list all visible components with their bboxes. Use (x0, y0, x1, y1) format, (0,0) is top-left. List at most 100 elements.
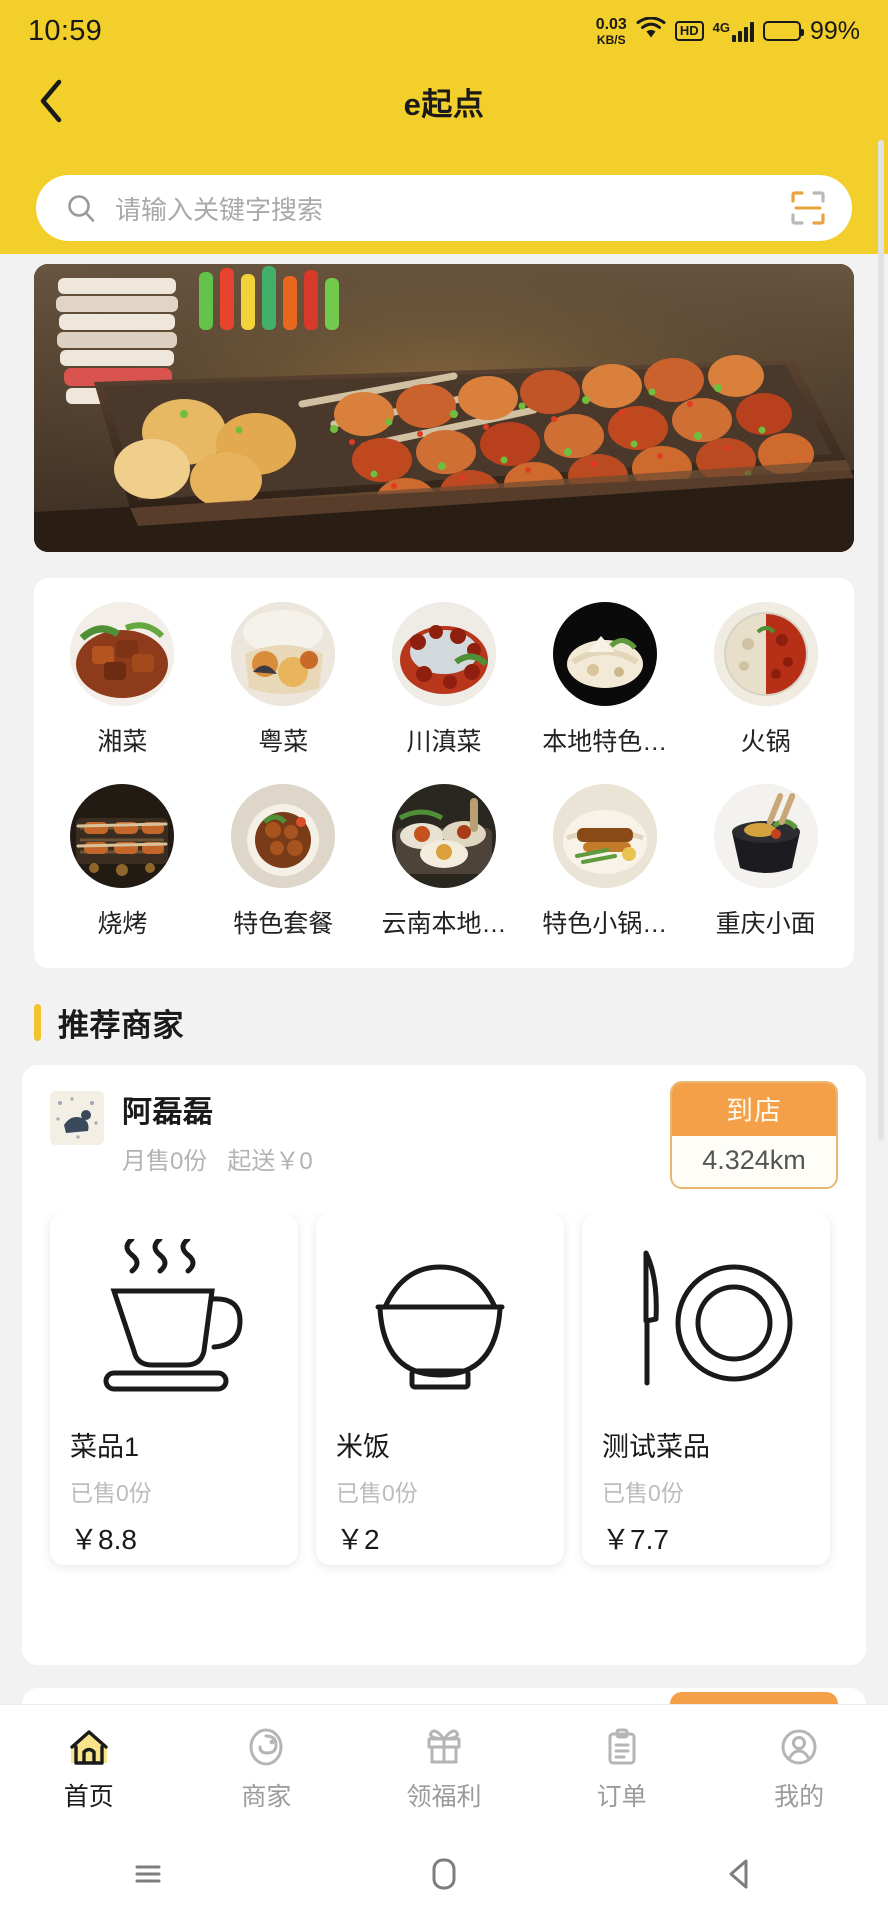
cantonese-dish-thumb (231, 602, 336, 706)
status-bar: 10:59 0.03 KB/S HD 4G 99% (0, 0, 888, 62)
bottom-tab-bar: 首页 商家 领福利 订单 我的 (0, 1704, 888, 1832)
category-label: 重庆小面 (715, 910, 816, 938)
yunnan-local-thumb (391, 784, 496, 888)
app-root: 10:59 0.03 KB/S HD 4G 99% e起点 请输入关键字搜索 湘… (0, 0, 888, 1920)
dish-name: 测试菜品 (602, 1432, 710, 1462)
battery-icon (762, 21, 804, 41)
distance-badge[interactable]: 到店 4.324km (670, 1081, 838, 1189)
dish-price: ￥7.7 (602, 1524, 669, 1555)
merchant-info: 阿磊磊 月售0份 起送￥0 (122, 1087, 313, 1176)
merchant-card[interactable]: 阿磊磊 月售0份 起送￥0 到店 4.324km 菜品1 已售0份 ￥8.8 米… (22, 1065, 866, 1665)
android-home-icon (431, 1857, 457, 1896)
rice-bowl-icon (316, 1229, 564, 1419)
dish-card[interactable]: 测试菜品 已售0份 ￥7.7 (582, 1213, 830, 1565)
category-item-xiaoguo[interactable]: 特色小锅… (524, 784, 685, 940)
local-specialty-thumb (552, 602, 657, 706)
category-label: 川滇菜 (406, 728, 482, 756)
tab-label: 领福利 (406, 1782, 482, 1811)
merchant-name: 阿磊磊 (122, 1096, 214, 1129)
section-title: 推荐商家 (58, 1008, 184, 1043)
category-label: 特色套餐 (233, 910, 334, 938)
bbq-thumb (70, 784, 175, 888)
title-bar: e起点 (0, 62, 888, 140)
set-meal-thumb (231, 784, 336, 888)
android-back-icon (725, 1857, 755, 1896)
android-home-button[interactable] (296, 1857, 592, 1896)
tab-label: 首页 (63, 1782, 114, 1811)
scrollbar[interactable] (878, 140, 884, 1140)
category-item-xiangcai[interactable]: 湘菜 (42, 602, 203, 758)
wifi-icon (636, 16, 666, 46)
tab-benefits[interactable]: 领福利 (355, 1725, 533, 1813)
tab-merchant[interactable]: 商家 (178, 1725, 356, 1813)
dish-card[interactable]: 米饭 已售0份 ￥2 (316, 1213, 564, 1565)
android-menu-button[interactable] (0, 1859, 296, 1894)
gift-icon (422, 1725, 466, 1769)
badge-label: 到店 (672, 1083, 836, 1136)
sichuan-dish-thumb (391, 602, 496, 706)
category-row-2: 烧烤 特色套餐 云南本地… 特色小锅… 重庆小面 (42, 784, 846, 940)
status-indicators: 0.03 KB/S HD 4G 99% (595, 15, 860, 47)
signal-bars (731, 22, 754, 42)
signal-icon: 4G (713, 20, 754, 42)
category-item-chuandiancai[interactable]: 川滇菜 (364, 602, 525, 758)
recommended-section-header: 推荐商家 (34, 1000, 184, 1045)
merchant-avatar (50, 1091, 104, 1145)
promo-banner[interactable] (34, 264, 854, 552)
tab-label: 我的 (774, 1782, 825, 1811)
merchant-delivery-min: 起送￥0 (227, 1148, 313, 1175)
android-back-button[interactable] (592, 1857, 888, 1896)
dish-price: ￥2 (336, 1524, 380, 1555)
merchant-stats: 月售0份 起送￥0 (122, 1141, 313, 1176)
network-rate-value: 0.03 (595, 15, 627, 33)
search-icon (66, 193, 96, 223)
tab-profile[interactable]: 我的 (710, 1725, 888, 1813)
tab-orders[interactable]: 订单 (533, 1725, 711, 1813)
dish-sold: 已售0份 (336, 1480, 418, 1506)
category-item-bendi[interactable]: 本地特色… (524, 602, 685, 758)
back-chevron-icon (36, 78, 66, 124)
battery-percent: 99% (809, 16, 860, 45)
small-pot-thumb (552, 784, 657, 888)
dish-name: 米饭 (336, 1432, 390, 1462)
profile-icon (777, 1725, 821, 1769)
tab-label: 订单 (596, 1782, 647, 1811)
category-item-shaokao[interactable]: 烧烤 (42, 784, 203, 940)
search-input[interactable]: 请输入关键字搜索 (115, 190, 790, 227)
banner-image (34, 264, 854, 552)
merchant-header: 阿磊磊 月售0份 起送￥0 到店 4.324km (22, 1065, 866, 1189)
home-icon (67, 1725, 111, 1769)
chongqing-noodles-thumb (713, 784, 818, 888)
category-item-taocan[interactable]: 特色套餐 (203, 784, 364, 940)
network-type-label: 4G (712, 20, 730, 35)
scan-qr-icon[interactable] (790, 190, 826, 226)
order-clipboard-icon (600, 1725, 644, 1769)
category-label: 湘菜 (97, 728, 148, 756)
android-system-nav (0, 1832, 888, 1920)
search-bar[interactable]: 请输入关键字搜索 (36, 175, 852, 241)
dish-list[interactable]: 菜品1 已售0份 ￥8.8 米饭 已售0份 ￥2 测试菜品 已售0份 ￥7.7 (22, 1213, 866, 1593)
category-item-yunnan[interactable]: 云南本地… (364, 784, 525, 940)
back-button[interactable] (28, 78, 74, 124)
category-item-huoguo[interactable]: 火锅 (685, 602, 846, 758)
dish-sold: 已售0份 (602, 1480, 684, 1506)
category-item-yuecai[interactable]: 粤菜 (203, 602, 364, 758)
tab-home[interactable]: 首页 (0, 1725, 178, 1813)
network-rate: 0.03 KB/S (595, 15, 627, 47)
network-rate-unit: KB/S (596, 32, 626, 47)
category-label: 粤菜 (258, 728, 309, 756)
dish-sold: 已售0份 (70, 1480, 152, 1506)
category-row-1: 湘菜 粤菜 川滇菜 本地特色… 火锅 (42, 602, 846, 758)
dish-meta: 菜品1 已售0份 ￥8.8 (50, 1419, 298, 1558)
dish-meta: 米饭 已售0份 ￥2 (316, 1419, 564, 1558)
dish-card[interactable]: 菜品1 已售0份 ￥8.8 (50, 1213, 298, 1565)
category-label: 特色小锅… (542, 910, 668, 938)
category-label: 本地特色… (542, 728, 668, 756)
dish-meta: 测试菜品 已售0份 ￥7.7 (582, 1419, 830, 1558)
category-item-chongqing[interactable]: 重庆小面 (685, 784, 846, 940)
category-label: 烧烤 (97, 910, 148, 938)
android-menu-icon (131, 1859, 165, 1894)
tab-label: 商家 (241, 1782, 292, 1811)
knife-plate-icon (582, 1229, 830, 1419)
merchant-monthly-sales: 月售0份 (122, 1148, 208, 1175)
